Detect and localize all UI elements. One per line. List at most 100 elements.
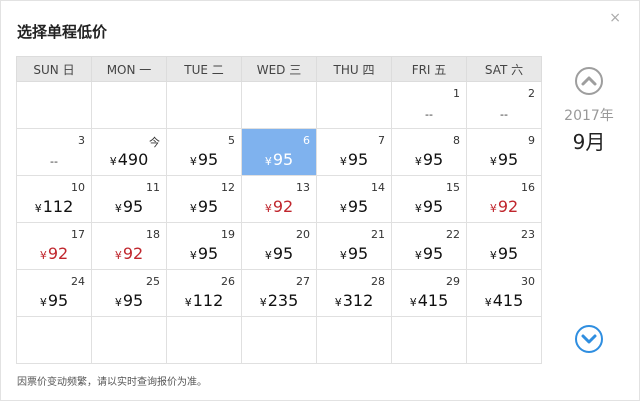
chevron-up-icon [581,76,597,86]
price-disclaimer: 因票价变动频繁，请以实时查询报价为准。 [17,377,207,388]
calendar-day-cell[interactable]: 3 -- [16,128,92,176]
next-month-button[interactable] [575,325,603,353]
weekday-header: THU 四 [316,56,392,82]
calendar-day-cell[interactable]: 27 ¥235 [241,269,317,317]
price-value: 92 [122,244,144,263]
currency-symbol: ¥ [414,155,422,168]
fare-price: ¥95 [242,245,316,265]
calendar-day-cell[interactable]: 11 ¥95 [91,175,167,223]
calendar-day-cell[interactable]: 19 ¥95 [166,222,242,270]
currency-symbol: ¥ [414,202,422,215]
currency-symbol: ¥ [189,249,197,262]
empty-day-cell [166,81,242,129]
calendar-day-cell[interactable]: 25 ¥95 [91,269,167,317]
calendar-day-cell[interactable]: 28 ¥312 [316,269,392,317]
fare-price: ¥92 [242,198,316,218]
price-value: 235 [267,291,299,310]
weekday-header: SUN 日 [16,56,92,82]
price-value: 95 [122,291,144,310]
currency-symbol: ¥ [264,249,272,262]
day-number: 22 [446,228,460,241]
currency-symbol: ¥ [409,296,417,309]
day-number: 17 [71,228,85,241]
empty-day-cell [91,316,167,364]
calendar-day-cell[interactable]: 10 ¥112 [16,175,92,223]
day-number: 19 [221,228,235,241]
price-value: 95 [197,197,219,216]
calendar-day-cell[interactable]: 14 ¥95 [316,175,392,223]
day-number: 16 [521,181,535,194]
price-value: 95 [272,150,294,169]
price-value: 112 [42,197,74,216]
no-price-placeholder: -- [50,155,58,168]
calendar-day-cell[interactable]: 18 ¥92 [91,222,167,270]
currency-symbol: ¥ [484,296,492,309]
day-number: 11 [146,181,160,194]
calendar-day-cell[interactable]: 16 ¥92 [466,175,542,223]
currency-symbol: ¥ [109,155,117,168]
weekday-header: TUE 二 [166,56,242,82]
empty-day-cell [316,81,392,129]
calendar-day-cell[interactable]: 15 ¥95 [391,175,467,223]
weekday-header: WED 三 [241,56,317,82]
weekday-header-row: SUN 日 MON 一 TUE 二 WED 三 THU 四 FRI 五 SAT … [16,56,542,82]
calendar-day-cell[interactable]: 6 ¥95 [241,128,317,176]
prev-month-button[interactable] [575,67,603,95]
empty-day-cell [391,316,467,364]
currency-symbol: ¥ [414,249,422,262]
day-number: 18 [146,228,160,241]
calendar-day-cell[interactable]: 1 -- [391,81,467,129]
day-number: 27 [296,275,310,288]
calendar-day-cell[interactable]: 13 ¥92 [241,175,317,223]
calendar-day-cell[interactable]: 7 ¥95 [316,128,392,176]
calendar-day-cell[interactable]: 21 ¥95 [316,222,392,270]
calendar-week-row: 10 ¥112 11 ¥95 12 ¥95 13 ¥92 14 ¥95 15 ¥95 16 ¥92 [16,175,542,223]
day-number: 21 [371,228,385,241]
calendar-day-cell[interactable]: 今 ¥490 [91,128,167,176]
price-value: 92 [272,197,294,216]
price-value: 95 [347,197,369,216]
calendar-day-cell[interactable]: 17 ¥92 [16,222,92,270]
day-number: 7 [378,134,385,147]
empty-day-cell [316,316,392,364]
close-icon[interactable]: × [609,10,621,26]
empty-day-cell [241,81,317,129]
no-price-placeholder: -- [500,108,508,121]
day-number: 30 [521,275,535,288]
next-month-wrap [575,325,603,355]
calendar-day-cell[interactable]: 22 ¥95 [391,222,467,270]
empty-day-cell [241,316,317,364]
day-number: 2 [528,87,535,100]
currency-symbol: ¥ [189,202,197,215]
calendar-day-cell[interactable]: 29 ¥415 [391,269,467,317]
currency-symbol: ¥ [339,249,347,262]
price-value: 95 [497,150,519,169]
calendar-day-cell[interactable]: 24 ¥95 [16,269,92,317]
calendar-day-cell[interactable]: 2 -- [466,81,542,129]
calendar-day-cell[interactable]: 20 ¥95 [241,222,317,270]
calendar-week-row: 17 ¥92 18 ¥92 19 ¥95 20 ¥95 21 ¥95 22 ¥95 23 ¥95 [16,222,542,270]
calendar-day-cell[interactable]: 30 ¥415 [466,269,542,317]
month-label: 9月 [572,130,606,154]
calendar-day-cell[interactable]: 8 ¥95 [391,128,467,176]
empty-day-cell [466,316,542,364]
empty-day-cell [16,81,92,129]
currency-symbol: ¥ [34,202,42,215]
calendar-day-cell[interactable]: 26 ¥112 [166,269,242,317]
fare-price: ¥95 [242,151,316,171]
month-navigator: 2017年 9月 [561,67,617,155]
price-value: 95 [197,150,219,169]
calendar-day-cell[interactable]: 12 ¥95 [166,175,242,223]
day-number: 今 [149,136,160,149]
currency-symbol: ¥ [39,296,47,309]
currency-symbol: ¥ [339,155,347,168]
price-value: 95 [197,244,219,263]
calendar-day-cell[interactable]: 9 ¥95 [466,128,542,176]
price-value: 95 [422,197,444,216]
day-number: 10 [71,181,85,194]
calendar-day-cell[interactable]: 23 ¥95 [466,222,542,270]
calendar-week-row: 24 ¥95 25 ¥95 26 ¥112 27 ¥235 28 ¥312 29 ¥415 30 ¥415 [16,269,542,317]
price-value: 95 [272,244,294,263]
fare-price: ¥95 [17,292,91,312]
calendar-day-cell[interactable]: 5 ¥95 [166,128,242,176]
